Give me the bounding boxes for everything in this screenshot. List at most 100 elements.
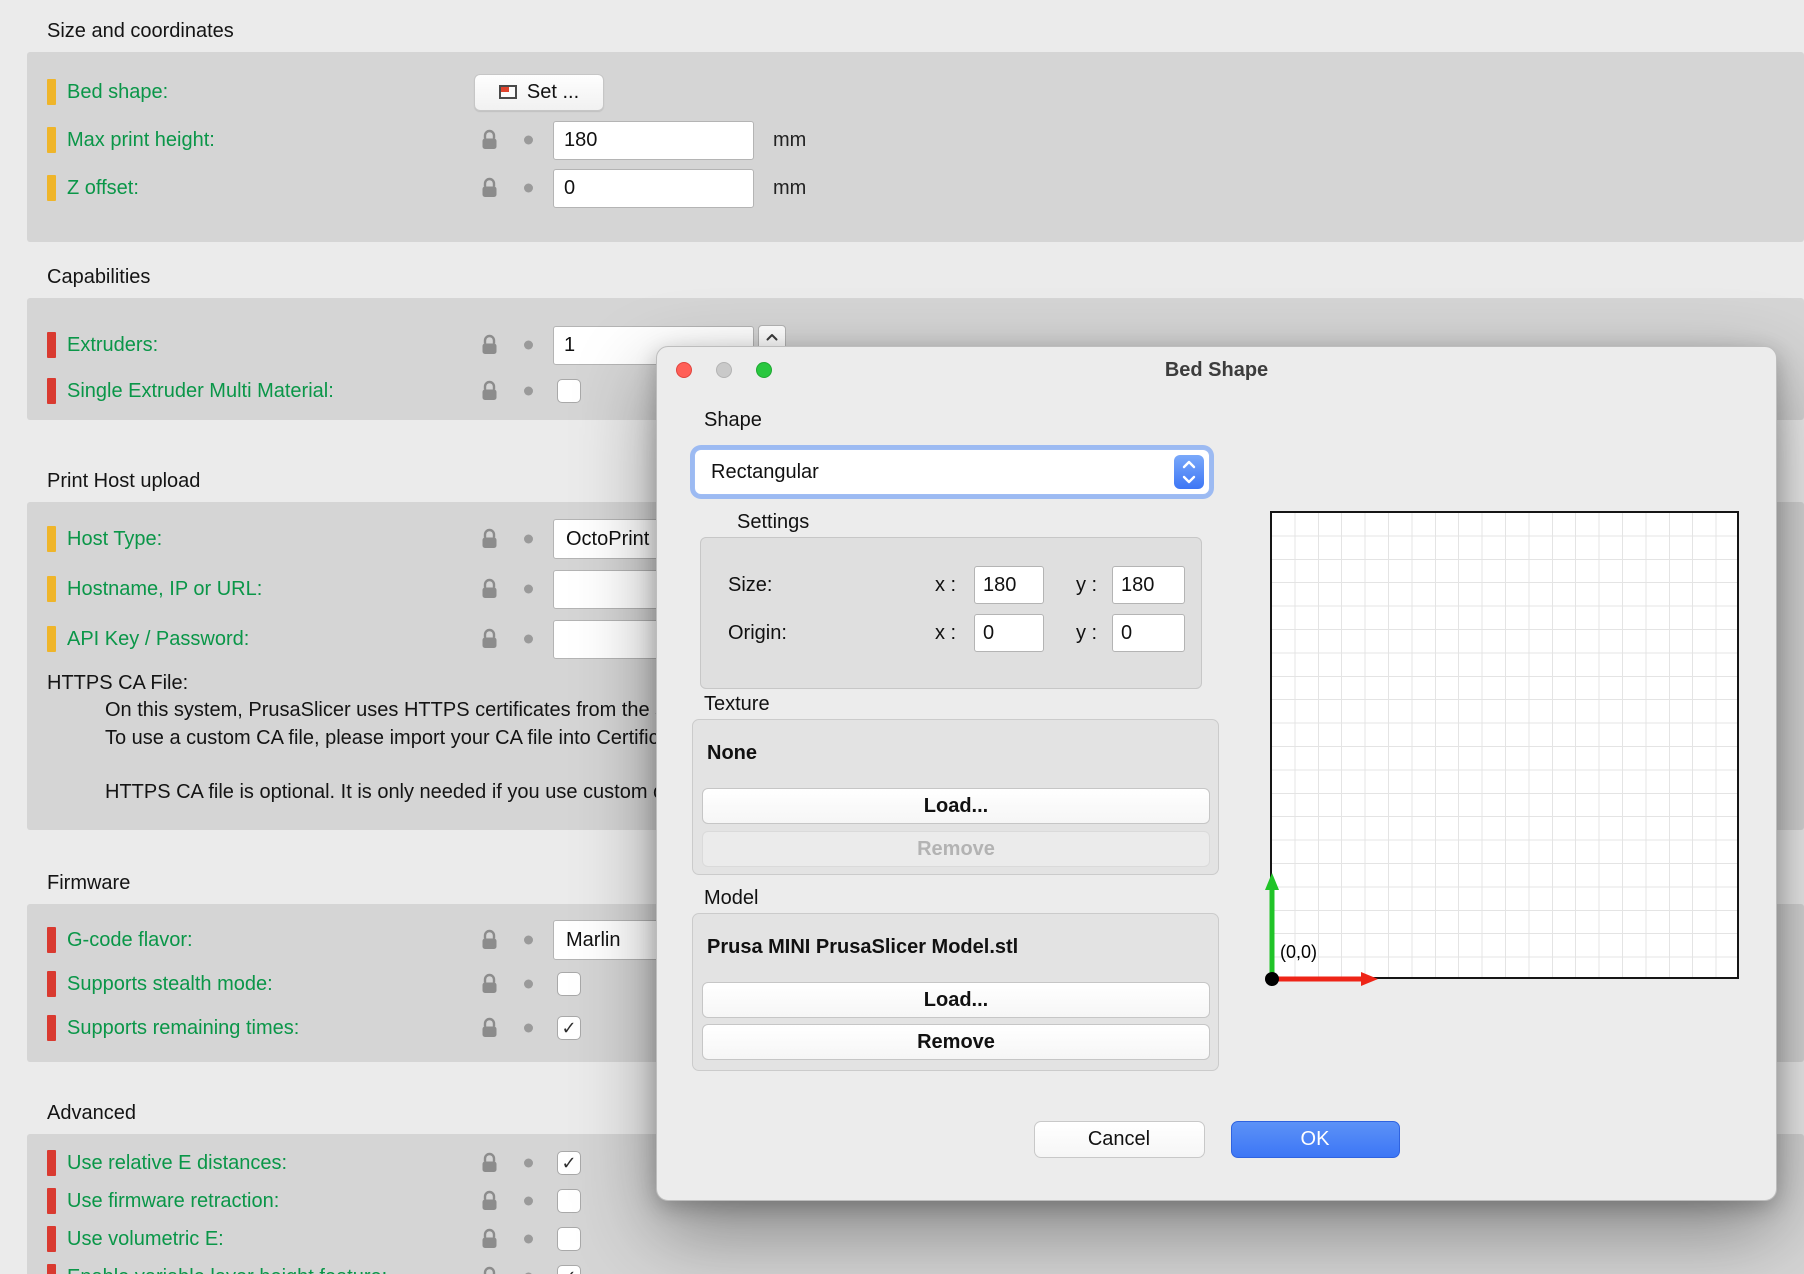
origin-y-input[interactable] [1112, 614, 1185, 652]
dialog-title: Bed Shape [1164, 358, 1269, 381]
dot-indicator [524, 979, 533, 989]
lock-icon[interactable] [481, 973, 498, 995]
lock-icon[interactable] [481, 1190, 498, 1212]
semm-label: Single Extruder Multi Material: [67, 379, 334, 402]
bed-shape-icon [498, 85, 517, 99]
row-max-print-height: Max print height: mm [27, 116, 1804, 164]
dot-indicator [524, 386, 533, 396]
api-key-label: API Key / Password: [67, 627, 250, 650]
modified-marker [47, 1226, 56, 1252]
relative-e-label: Use relative E distances: [67, 1151, 288, 1174]
shape-dropdown[interactable]: Rectangular [694, 449, 1210, 495]
origin-y-label: y : [1076, 622, 1098, 644]
row-z-offset: Z offset: mm [27, 164, 1804, 212]
dialog-buttons: Cancel OK [657, 1121, 1776, 1158]
cancel-button[interactable]: Cancel [1033, 1121, 1205, 1158]
texture-groupbox: None Load... Remove [692, 719, 1219, 875]
origin-x-input[interactable] [974, 614, 1044, 652]
modified-marker [47, 1264, 56, 1274]
model-load-button[interactable]: Load... [702, 982, 1210, 1018]
dot-indicator [524, 1234, 533, 1244]
modified-marker [47, 79, 56, 105]
origin-label: Origin: [728, 622, 787, 644]
texture-load-button[interactable]: Load... [702, 788, 1210, 824]
lock-icon[interactable] [481, 1228, 498, 1250]
stealth-mode-label: Supports stealth mode: [67, 972, 273, 995]
lock-icon[interactable] [481, 177, 498, 199]
model-remove-button[interactable]: Remove [702, 1024, 1210, 1060]
model-group-label: Model [704, 887, 759, 909]
lock-icon[interactable] [481, 1266, 498, 1274]
ok-button[interactable]: OK [1230, 1121, 1400, 1158]
model-groupbox: Prusa MINI PrusaSlicer Model.stl Load...… [692, 913, 1219, 1071]
bed-shape-preview: (0,0) [1265, 511, 1739, 986]
volumetric-e-label: Use volumetric E: [67, 1227, 224, 1250]
dot-indicator [524, 584, 533, 594]
dot-indicator [524, 1196, 533, 1206]
modified-marker [47, 576, 56, 602]
minimize-button[interactable] [716, 362, 732, 378]
modified-marker [47, 971, 56, 997]
chevron-up-down-icon [1174, 455, 1204, 489]
texture-group-label: Texture [704, 693, 770, 715]
hostname-label: Hostname, IP or URL: [67, 577, 263, 600]
origin-coordinates-label: (0,0) [1280, 942, 1318, 962]
section-title-capabilities: Capabilities [47, 266, 151, 288]
bed-shape-label: Bed shape: [67, 80, 169, 103]
origin-x-label: x : [935, 622, 957, 644]
lock-icon[interactable] [481, 380, 498, 402]
model-current-value: Prusa MINI PrusaSlicer Model.stl [707, 936, 1019, 958]
unit-label: mm [773, 176, 807, 199]
settings-groupbox: Size: x : y : Origin: x : y : [700, 537, 1202, 689]
remaining-times-checkbox[interactable]: ✓ [557, 1016, 581, 1040]
remaining-times-label: Supports remaining times: [67, 1016, 300, 1039]
dialog-titlebar[interactable]: Bed Shape [657, 347, 1776, 393]
z-offset-input[interactable] [553, 168, 754, 208]
size-x-input[interactable] [974, 566, 1044, 604]
stealth-mode-checkbox[interactable] [557, 972, 581, 996]
extruders-label: Extruders: [67, 333, 159, 356]
close-button[interactable] [676, 362, 692, 378]
modified-marker [47, 927, 56, 953]
lock-icon[interactable] [481, 334, 498, 356]
lock-icon[interactable] [481, 1152, 498, 1174]
lock-icon[interactable] [481, 628, 498, 650]
relative-e-checkbox[interactable]: ✓ [557, 1151, 581, 1175]
panel-size-coordinates: Bed shape: Set ... Max print height: mm … [27, 52, 1804, 242]
variable-layer-height-checkbox[interactable]: ✓ [557, 1265, 581, 1274]
max-print-height-label: Max print height: [67, 128, 215, 151]
bed-shape-set-button[interactable]: Set ... [474, 73, 604, 111]
dot-indicator [524, 935, 533, 945]
dialog-left-column: Shape Rectangular Settings Size: x : y :… [692, 409, 1219, 1071]
z-offset-label: Z offset: [67, 176, 139, 199]
size-y-input[interactable] [1112, 566, 1185, 604]
traffic-lights [676, 362, 772, 378]
size-y-label: y : [1076, 574, 1098, 596]
dot-indicator [524, 340, 533, 350]
zoom-button[interactable] [756, 362, 772, 378]
firmware-retraction-label: Use firmware retraction: [67, 1189, 280, 1212]
modified-marker [47, 526, 56, 552]
lock-icon[interactable] [481, 1017, 498, 1039]
modified-marker [47, 127, 56, 153]
firmware-retraction-checkbox[interactable] [557, 1189, 581, 1213]
texture-remove-button[interactable]: Remove [702, 831, 1210, 867]
dot-indicator [524, 1023, 533, 1033]
modified-marker [47, 175, 56, 201]
lock-icon[interactable] [481, 578, 498, 600]
volumetric-e-checkbox[interactable] [557, 1227, 581, 1251]
modified-marker [47, 1150, 56, 1176]
variable-layer-height-label: Enable variable layer height feature: [67, 1266, 387, 1274]
dot-indicator [524, 183, 533, 193]
shape-label: Shape [704, 409, 762, 431]
lock-icon[interactable] [481, 929, 498, 951]
modified-marker [47, 378, 56, 404]
lock-icon[interactable] [481, 528, 498, 550]
size-x-label: x : [935, 574, 957, 596]
lock-icon[interactable] [481, 129, 498, 151]
modified-marker [47, 1188, 56, 1214]
dot-indicator [524, 534, 533, 544]
max-print-height-input[interactable] [553, 120, 754, 160]
semm-checkbox[interactable] [557, 379, 581, 403]
texture-current-value: None [707, 742, 757, 764]
